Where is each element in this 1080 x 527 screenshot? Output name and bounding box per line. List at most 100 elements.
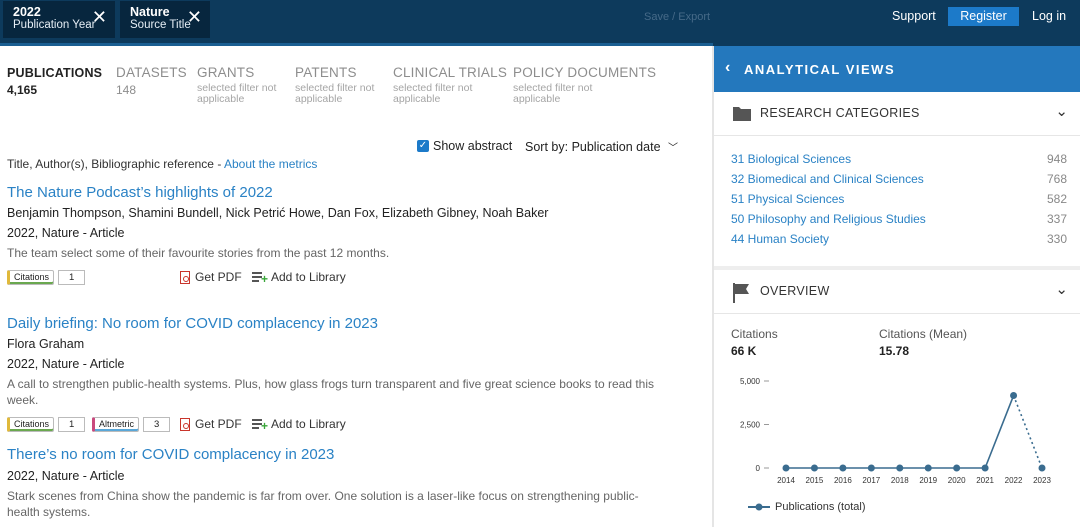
sort-value: Publication date <box>571 140 661 154</box>
overview-header[interactable]: OVERVIEW ⌄ <box>714 270 1080 314</box>
publication-authors: Flora Graham <box>7 337 85 351</box>
legend-marker <box>748 503 770 511</box>
add-to-library-link[interactable]: + Add to Library <box>252 270 346 285</box>
y-tick-label: 5,000 <box>740 377 761 386</box>
close-icon[interactable]: ✕ <box>92 8 107 26</box>
citations-stat-value: 66 K <box>731 344 757 358</box>
altmetric-badge[interactable]: Altmetric 3 <box>92 417 171 432</box>
research-categories-title: RESEARCH CATEGORIES <box>760 106 920 120</box>
x-tick-label: 2021 <box>976 476 994 485</box>
chevron-down-icon[interactable]: ⌄ <box>1055 280 1068 298</box>
data-point <box>1010 392 1018 400</box>
publication-title[interactable]: The Nature Podcast’s highlights of 2022 <box>7 184 697 202</box>
tab-publications[interactable]: PUBLICATIONS 4,165 <box>7 65 102 97</box>
sort-dropdown[interactable]: Sort by: Publication date ﹀ <box>525 139 678 154</box>
series-segment <box>984 395 1015 469</box>
x-tick-label: 2015 <box>806 476 824 485</box>
altmetric-score: 3 <box>143 417 171 432</box>
citations-count: 1 <box>58 270 86 285</box>
citations-badge[interactable]: Citations 1 <box>7 270 86 285</box>
data-point <box>810 464 818 472</box>
sort-label: Sort by: <box>525 140 569 154</box>
chevron-down-icon[interactable]: ⌄ <box>1055 102 1068 120</box>
get-pdf-link[interactable]: Get PDF <box>180 417 242 431</box>
citations-badge[interactable]: Citations 1 <box>7 417 86 432</box>
tab-count: 4,165 <box>7 83 38 97</box>
tab-policy-documents[interactable]: POLICY DOCUMENTS selected filter not app… <box>513 65 656 105</box>
pdf-icon <box>180 417 190 431</box>
publications-line-chart: 0 2,500 5,000 2014 2015 2016 2017 2018 2019 2020 2… <box>740 377 1051 485</box>
tab-grants[interactable]: GRANTS selected filter not applicable <box>197 65 287 105</box>
publication-abstract: Stark scenes from China show the pandemi… <box>7 489 639 519</box>
data-point <box>1038 464 1046 472</box>
add-to-library-icon: + <box>252 419 268 432</box>
login-link[interactable]: Log in <box>1032 9 1066 23</box>
filter-chip-source[interactable]: Nature Source Title ✕ <box>120 1 210 38</box>
legend-label: Publications (total) <box>775 501 866 513</box>
category-label[interactable]: 50 Philosophy and Religious Studies <box>731 212 926 226</box>
list-item: The Nature Podcast’s highlights of 2022 … <box>7 184 697 288</box>
show-abstract-label: Show abstract <box>433 139 513 153</box>
category-label[interactable]: 44 Human Society <box>731 232 829 246</box>
citations-mean-label: Citations (Mean) <box>879 327 968 341</box>
y-tick-label: 0 <box>756 464 761 473</box>
analytical-views-header[interactable]: ‹ ANALYTICAL VIEWS <box>714 46 1080 92</box>
category-label[interactable]: 32 Biomedical and Clinical Sciences <box>731 172 924 186</box>
altmetric-badge-label: Altmetric <box>92 417 140 432</box>
tab-patents[interactable]: PATENTS selected filter not applicable <box>295 65 385 105</box>
citations-badge-label: Citations <box>7 417 55 432</box>
category-label[interactable]: 31 Biological Sciences <box>731 152 851 166</box>
data-point <box>839 464 847 472</box>
filter-chip-year[interactable]: 2022 Publication Year ✕ <box>3 1 115 38</box>
data-point <box>924 464 932 472</box>
add-to-library-label: Add to Library <box>271 417 346 431</box>
publication-title[interactable]: Daily briefing: No room for COVID compla… <box>7 315 697 333</box>
publication-meta: 2022, Nature - Article <box>7 469 125 483</box>
get-pdf-label: Get PDF <box>195 417 242 431</box>
category-item[interactable]: 31 Biological Sciences 948 <box>731 152 1067 166</box>
category-item[interactable]: 50 Philosophy and Religious Studies 337 <box>731 212 1067 226</box>
publication-abstract: The team select some of their favourite … <box>7 246 390 260</box>
add-to-library-label: Add to Library <box>271 270 346 284</box>
show-abstract-toggle[interactable]: ✓ Show abstract <box>417 139 512 153</box>
list-header-text: Title, Author(s), Bibliographic referenc… <box>7 157 224 171</box>
chevron-left-icon[interactable]: ‹ <box>725 59 730 77</box>
data-point <box>953 464 961 472</box>
register-button[interactable]: Register <box>948 7 1019 26</box>
category-item[interactable]: 51 Physical Sciences 582 <box>731 192 1067 206</box>
tab-note: selected filter not applicable <box>393 82 473 105</box>
research-categories-header[interactable]: RESEARCH CATEGORIES ⌄ <box>714 92 1080 136</box>
publication-authors: Benjamin Thompson, Shamini Bundell, Nick… <box>7 206 549 220</box>
tab-label: DATASETS <box>116 65 187 80</box>
close-icon[interactable]: ✕ <box>187 8 202 26</box>
category-item[interactable]: 32 Biomedical and Clinical Sciences 768 <box>731 172 1067 186</box>
get-pdf-link[interactable]: Get PDF <box>180 270 242 284</box>
tab-label: POLICY DOCUMENTS <box>513 65 657 80</box>
analytical-views-panel: ‹ ANALYTICAL VIEWS RESEARCH CATEGORIES ⌄… <box>714 46 1080 527</box>
x-tick-label: 2023 <box>1033 476 1051 485</box>
checkbox-checked-icon[interactable]: ✓ <box>417 140 429 152</box>
y-tick-label: 2,500 <box>740 421 761 430</box>
add-to-library-link[interactable]: + Add to Library <box>252 417 346 432</box>
x-tick-label: 2019 <box>919 476 937 485</box>
x-tick-label: 2022 <box>1005 476 1023 485</box>
category-count: 330 <box>1046 232 1067 246</box>
x-tick-label: 2020 <box>948 476 966 485</box>
tab-label: CLINICAL TRIALS <box>393 65 508 80</box>
publication-actions: Citations 1 Altmetric 3 Get PDF + Add to… <box>7 417 697 435</box>
citations-badge-label: Citations <box>7 270 55 285</box>
save-export-link[interactable]: Save / Export <box>644 11 710 23</box>
category-label[interactable]: 51 Physical Sciences <box>731 192 844 206</box>
publication-abstract: A call to strengthen public-health syste… <box>7 377 655 407</box>
about-metrics-link[interactable]: About the metrics <box>224 157 317 171</box>
support-link[interactable]: Support <box>892 9 936 23</box>
tab-datasets[interactable]: DATASETS 148 <box>116 65 187 97</box>
publication-title[interactable]: There’s no room for COVID complacency in… <box>7 446 697 464</box>
category-item[interactable]: 44 Human Society 330 <box>731 232 1067 246</box>
tab-count: 148 <box>116 83 137 97</box>
category-count: 582 <box>1046 192 1067 206</box>
folder-icon <box>732 104 752 127</box>
tab-clinical-trials[interactable]: CLINICAL TRIALS selected filter not appl… <box>393 65 507 105</box>
tab-note: selected filter not applicable <box>197 82 277 105</box>
get-pdf-label: Get PDF <box>195 270 242 284</box>
